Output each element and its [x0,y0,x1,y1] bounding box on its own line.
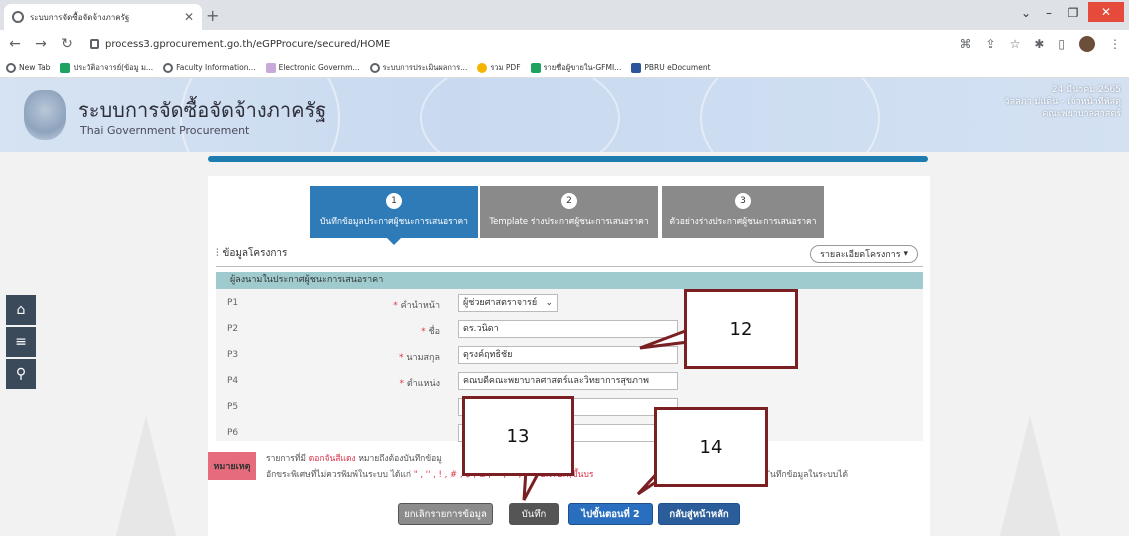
bookmarks-bar: New Tab ประวัติอาจารย์(ข้อมู ม... Facult… [0,58,1129,78]
url-text: process3.gprocurement.go.th/eGPProcure/s… [105,38,391,50]
site-title: ระบบการจัดซื้อจัดจ้างภาครัฐ [78,98,327,122]
globe-icon [6,62,16,73]
row-label: P5 [227,402,239,412]
bookmark-item[interactable]: New Tab [6,62,50,73]
caret-down-icon: ▾ [903,249,908,259]
government-seal-logo [24,90,66,140]
bookmark-item[interactable]: ประวัติอาจารย์(ข้อมู ม... [60,62,153,74]
bookmark-item[interactable]: Faculty Information... [163,62,256,73]
callout-12: 12 [684,289,798,369]
sheet-icon [60,62,71,73]
callout-13: 13 [462,396,574,476]
step-number: 2 [561,193,577,209]
step-number: 1 [386,193,402,209]
bookmark-item[interactable]: Electronic Governm... [265,62,360,73]
project-details-button[interactable]: รายละเอียดโครงการ ▾ [810,245,918,263]
surname-label: * นามสกุล [399,353,440,363]
forward-icon[interactable]: → [34,36,48,52]
hierarchy-icon: ⫶ [216,248,219,259]
row-label: P6 [227,428,239,438]
signer-header: ผู้ลงนามในประกาศผู้ชนะการเสนอราคา [216,272,923,289]
prefix-select[interactable]: ผู้ช่วยศาสตราจารย์ ⌄ [458,294,558,312]
step-1[interactable]: 1 บันทึกข้อมูลประกาศผู้ชนะการเสนอราคา [310,186,478,245]
bookmark-item[interactable]: PBRU eDocument [631,62,711,73]
step-label: ตัวอย่างร่างประกาศผู้ชนะการเสนอราคา [669,217,817,227]
extensions-icon[interactable]: ✱ [1034,37,1044,51]
current-date: 24 มีนาคม 2565 [1051,85,1121,95]
step-3[interactable]: 3 ตัวอย่างร่างประกาศผู้ชนะการเสนอราคา [662,186,824,238]
url-field[interactable]: process3.gprocurement.go.th/eGPProcure/s… [86,33,916,55]
browser-tab-bar: ระบบการจัดซื้อจัดจ้างภาครัฐ ✕ + ⌄ – ❐ ✕ [0,0,1129,30]
tab-search-icon[interactable]: ⌄ [1016,0,1036,26]
browser-tab[interactable]: ระบบการจัดซื้อจัดจ้างภาครัฐ ✕ [4,4,202,30]
step-pointer [387,238,401,245]
note-badge: หมายเหตุ [208,452,256,480]
back-home-button[interactable]: กลับสู่หน้าหลัก [658,503,740,525]
decor-swirl [700,78,880,152]
progress-bar [208,156,928,162]
back-icon[interactable]: ← [8,36,22,52]
cancel-data-button[interactable]: ยกเลิกรายการข้อมูล [398,503,493,525]
row-label: P3 [227,350,239,360]
bookmark-item[interactable]: ระบบการประเมินผลการ... [369,62,467,74]
lock-icon [90,39,99,49]
save-button[interactable]: บันทึก [509,503,559,525]
background-decoration [116,416,176,536]
user-info: 24 มีนาคม 2565 วัลลภา ม่แดิน - เจ้าหน้าท… [1005,84,1121,120]
minimize-icon[interactable]: – [1038,0,1060,26]
name-input[interactable]: ดร.วนิดา [458,320,678,338]
prefix-label: * คำนำหน้า [393,301,440,311]
site-subtitle: Thai Government Procurement [80,124,250,137]
surname-input[interactable]: ดุรงค์ฤทธิชัย [458,346,678,364]
profile-avatar[interactable] [1079,36,1095,52]
close-window-icon[interactable]: ✕ [1088,2,1124,22]
document-icon [631,62,642,73]
user-department: คณะพยาบาลศาสตร์ [1042,109,1121,119]
egov-icon [265,62,276,73]
next-step-button[interactable]: ไปขั้นตอนที่ 2 [568,503,653,525]
translate-icon[interactable]: ⌘ [960,37,972,51]
globe-icon [369,62,380,73]
pdf-icon [477,62,488,73]
position-input[interactable]: คณบดีคณะพยาบาลศาสตร์และวิทยาการสุขภาพ [458,372,678,390]
row-label: P2 [227,324,239,334]
step-label: บันทึกข้อมูลประกาศผู้ชนะการเสนอราคา [320,217,468,227]
step-label: Template ร่างประกาศผู้ชนะการเสนอราคา [489,217,649,227]
step-number: 3 [735,193,751,209]
home-icon[interactable]: ⌂ [6,295,36,325]
background-decoration [1000,416,1060,536]
section-title: ⫶ ข้อมูลโครงการ [216,248,288,259]
position-label: * ตำแหน่ง [399,379,440,389]
user-name: วัลลภา ม่แดิน - เจ้าหน้าที่พัสดุ [1004,97,1121,107]
note-text-end: ันทึกข้อมูลในระบบได้ [770,470,848,480]
reload-icon[interactable]: ↻ [60,36,74,52]
tab-title: ระบบการจัดซื้อจัดจ้างภาครัฐ [30,12,130,22]
new-tab-icon[interactable]: + [206,6,219,25]
name-label: * ชื่อ [421,327,440,337]
menu-icon[interactable]: ≡ [6,327,36,357]
step-2[interactable]: 2 Template ร่างประกาศผู้ชนะการเสนอราคา [480,186,658,238]
bookmark-item[interactable]: รายชื่อผู้ขายใน-GFMI... [530,62,621,74]
restore-icon[interactable]: ❐ [1062,0,1084,26]
decor-swirl [420,78,620,152]
share-icon[interactable]: ⇪ [986,37,996,51]
chevron-down-icon: ⌄ [545,298,553,308]
section-divider [216,266,923,267]
row-label: P4 [227,376,239,386]
callout-14: 14 [654,407,768,487]
search-icon[interactable]: ⚲ [6,359,36,389]
bookmark-item[interactable]: รวม PDF [477,62,521,74]
close-tab-icon[interactable]: ✕ [184,10,194,24]
globe-icon [12,11,24,23]
site-header: ระบบการจัดซื้อจัดจ้างภาครัฐ Thai Governm… [0,78,1129,152]
sheet-icon [530,62,541,73]
address-bar: ← → ↻ process3.gprocurement.go.th/eGPPro… [0,30,1129,58]
sidepanel-icon[interactable]: ▯ [1058,37,1065,51]
menu-dots-icon[interactable]: ⋮ [1109,37,1121,51]
globe-icon [163,62,174,73]
row-label: P1 [227,298,239,308]
bookmark-star-icon[interactable]: ☆ [1010,37,1021,51]
